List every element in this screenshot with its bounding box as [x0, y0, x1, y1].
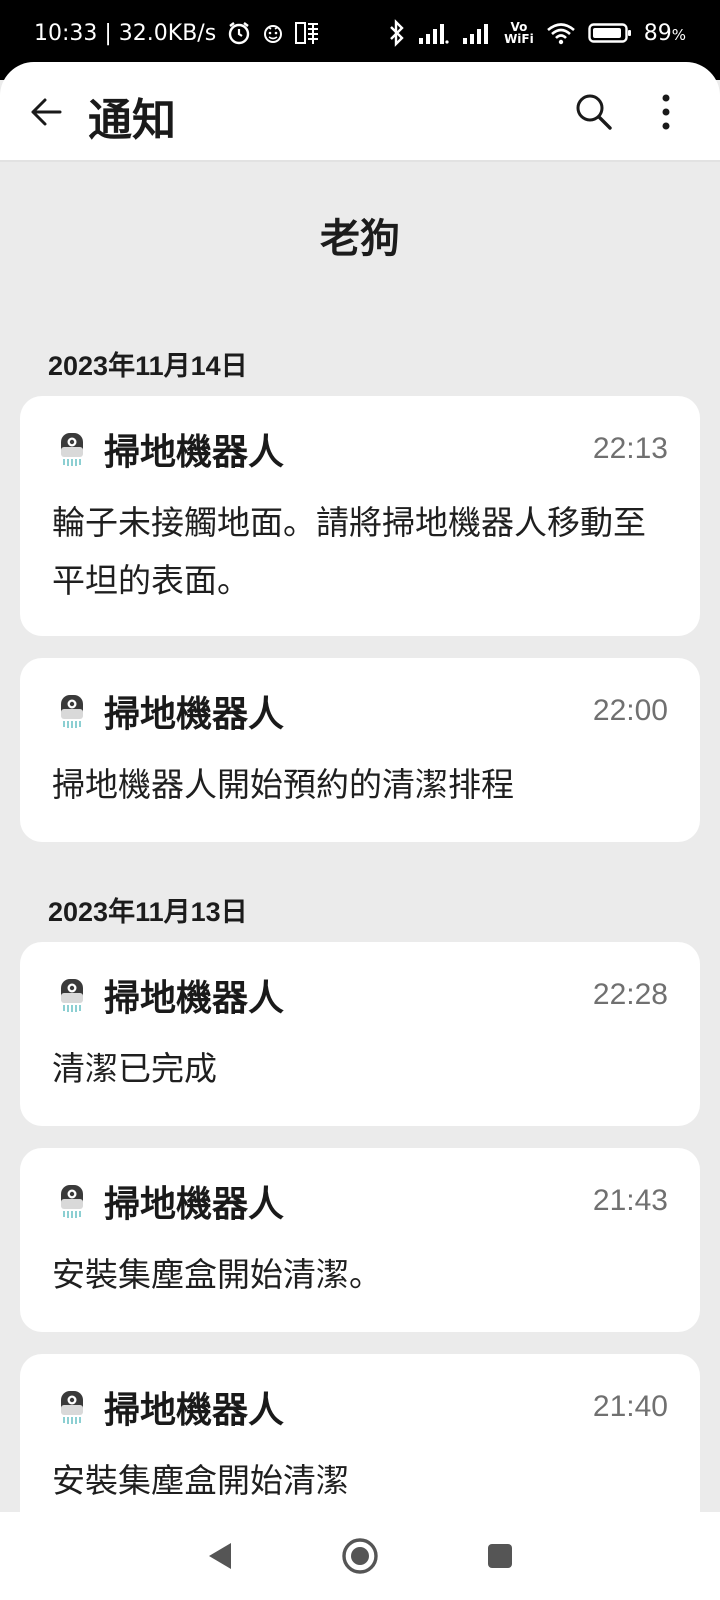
- battery-percent-unit: %: [671, 25, 686, 44]
- notification-card[interactable]: 掃地機器人 22:28 清潔已完成: [20, 942, 700, 1126]
- search-button[interactable]: [572, 90, 616, 134]
- robot-vacuum-icon: [61, 695, 83, 728]
- robot-vacuum-icon: [61, 979, 83, 1012]
- vowifi-bottom-label: WiFi: [504, 32, 534, 46]
- app-notification-icon: [294, 20, 320, 46]
- system-nav-bar: [0, 1512, 720, 1600]
- date-header: 2023年11月13日: [48, 897, 248, 927]
- nav-home-button[interactable]: [330, 1526, 390, 1586]
- notification-app-name: 掃地機器人: [104, 1390, 285, 1431]
- nav-recents-icon: [488, 1544, 512, 1568]
- robot-vacuum-icon: [61, 1391, 83, 1424]
- notification-message: 掃地機器人開始預約的清潔排程: [52, 765, 514, 804]
- notification-time: 22:00: [592, 694, 668, 727]
- notification-card[interactable]: 掃地機器人 21:40 安裝集塵盒開始清潔: [20, 1354, 700, 1512]
- device-name: 老狗: [320, 216, 400, 262]
- status-right: Vo WiFi 89%: [388, 19, 686, 47]
- nav-home-icon: [342, 1538, 378, 1574]
- notification-time: 22:13: [592, 432, 668, 465]
- signal-icon: [418, 21, 450, 45]
- wifi-icon: [546, 21, 576, 45]
- notification-app-name: 掃地機器人: [104, 1184, 285, 1225]
- battery-percent: 89%: [644, 21, 686, 46]
- notification-header: 掃地機器人 22:28: [52, 970, 668, 1020]
- bluetooth-icon: [388, 19, 406, 47]
- notification-time: 21:40: [592, 1390, 668, 1423]
- notification-message: 安裝集塵盒開始清潔。: [52, 1255, 382, 1294]
- app-bar: 通知: [0, 62, 720, 162]
- robot-vacuum-icon: [61, 433, 83, 466]
- notification-message: 輪子未接觸地面。請將掃地機器人移動至平坦的表面。: [52, 503, 646, 600]
- back-button[interactable]: [26, 92, 66, 132]
- notification-time: 21:43: [592, 1184, 668, 1217]
- notification-app-name: 掃地機器人: [104, 694, 285, 735]
- notification-time: 22:28: [592, 978, 668, 1011]
- vowifi-icon: Vo WiFi: [504, 21, 534, 45]
- notification-card[interactable]: 掃地機器人 22:00 掃地機器人開始預約的清潔排程: [20, 658, 700, 842]
- face-icon: [262, 22, 284, 44]
- notification-card[interactable]: 掃地機器人 22:13 輪子未接觸地面。請將掃地機器人移動至平坦的表面。: [20, 396, 700, 636]
- notification-list[interactable]: 老狗 2023年11月14日 掃地機器人 22:13 輪子未接觸地面。請將掃地機…: [0, 162, 720, 1512]
- page-title: 通知: [88, 95, 176, 146]
- battery-percent-value: 89: [643, 20, 672, 46]
- more-options-button[interactable]: [646, 88, 686, 136]
- notification-message: 安裝集塵盒開始清潔: [52, 1461, 349, 1500]
- nav-back-button[interactable]: [190, 1526, 250, 1586]
- robot-vacuum-icon: [61, 1185, 83, 1218]
- notification-app-name: 掃地機器人: [104, 432, 285, 473]
- notification-header: 掃地機器人 21:43: [52, 1176, 668, 1226]
- alarm-icon: [226, 20, 252, 46]
- status-left: 10:33 | 32.0KB/s: [34, 20, 320, 46]
- nav-back-icon: [209, 1543, 231, 1569]
- status-time-speed: 10:33 | 32.0KB/s: [34, 20, 217, 46]
- notification-header: 掃地機器人 22:13: [52, 424, 668, 474]
- notification-card[interactable]: 掃地機器人 21:43 安裝集塵盒開始清潔。: [20, 1148, 700, 1332]
- battery-icon: [588, 22, 632, 44]
- notification-header: 掃地機器人 22:00: [52, 686, 668, 736]
- notification-header: 掃地機器人 21:40: [52, 1382, 668, 1432]
- notification-message: 清潔已完成: [52, 1049, 217, 1088]
- notification-app-name: 掃地機器人: [104, 978, 285, 1019]
- nav-recents-button[interactable]: [470, 1526, 530, 1586]
- notifications-screen: 10:33 | 32.0KB/s Vo WiFi 89% 通知 老狗 2023年…: [0, 0, 720, 1600]
- date-header: 2023年11月14日: [48, 351, 248, 381]
- search-icon: [576, 94, 612, 130]
- signal-icon: [462, 21, 492, 45]
- back-arrow-icon: [31, 98, 62, 126]
- more-vert-icon: [662, 94, 670, 130]
